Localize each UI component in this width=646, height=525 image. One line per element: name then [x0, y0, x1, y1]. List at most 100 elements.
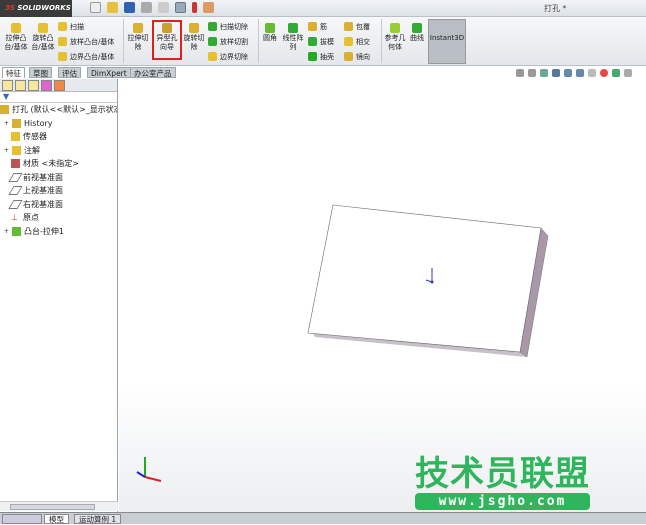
tree-item-sensors[interactable]: 传感器 [0, 130, 117, 144]
previous-view-icon[interactable] [540, 69, 548, 77]
filter-icon[interactable]: ▼ [0, 92, 117, 103]
view-orientation-icon[interactable] [564, 69, 572, 77]
loft-cut-button[interactable]: 放样切割 [208, 36, 248, 47]
loft-button[interactable]: 放样凸台/基体 [58, 36, 114, 47]
rib-button[interactable]: 筋 [308, 21, 327, 32]
tab-features[interactable]: 特征 [2, 67, 25, 78]
draft-button[interactable]: 拔模 [308, 36, 334, 47]
boundary-icon [58, 52, 67, 61]
tab-motion-study[interactable]: 运动算例 1 [74, 514, 122, 524]
tab-dimxpert[interactable]: DimXpert [87, 67, 131, 78]
part-top-face[interactable] [307, 204, 542, 353]
feature-manager-panel: ▼ 打孔 (默认<<默认>_显示状态 + History 传感器 + 注解 材质 <… [0, 79, 118, 512]
shell-button[interactable]: 抽壳 [308, 51, 334, 62]
sweep-button[interactable]: 扫描 [58, 21, 84, 32]
extrude-boss-icon [11, 23, 21, 33]
wrap-icon [344, 22, 353, 31]
command-manager: 拉伸凸台/基体 旋转凸台/基体 扫描 放样凸台/基体 边界凸台/基体 拉伸切除 … [0, 17, 646, 66]
scrollbar-thumb[interactable] [10, 504, 95, 510]
curves-button[interactable]: 曲线 [408, 21, 426, 43]
extrude-feature-icon [12, 226, 22, 236]
wrap-button[interactable]: 包覆 [344, 21, 370, 32]
tab-nav-arrows[interactable] [2, 514, 42, 524]
reference-geometry-button[interactable]: 参考几何体 [383, 21, 407, 52]
part-icon [0, 105, 9, 115]
save-icon[interactable] [124, 2, 135, 13]
display-manager-icon[interactable] [54, 80, 65, 91]
model-canvas [136, 204, 549, 482]
revolve-cut-button[interactable]: 旋转切除 [182, 21, 206, 52]
select-icon[interactable] [175, 2, 186, 13]
loft-icon [58, 37, 67, 46]
divider [381, 19, 382, 63]
tree-item-boss-extrude1[interactable]: + 凸台-拉伸1 [0, 225, 117, 239]
tree-item-history[interactable]: + History [0, 117, 117, 131]
extrude-boss-button[interactable]: 拉伸凸台/基体 [3, 21, 29, 52]
tab-model[interactable]: 模型 [44, 514, 69, 524]
display-style-icon[interactable] [576, 69, 584, 77]
tree-item-right-plane[interactable]: 右视基准面 [0, 198, 117, 212]
boundary-boss-button[interactable]: 边界凸台/基体 [58, 51, 114, 62]
divider [123, 19, 124, 63]
tree-item-top-plane[interactable]: 上视基准面 [0, 184, 117, 198]
revolve-boss-icon [38, 23, 48, 33]
sweep-icon [58, 22, 67, 31]
fillet-button[interactable]: 圆角 [261, 21, 279, 43]
tree-item-material[interactable]: 材质 <未指定> [0, 157, 117, 171]
appearance-icon[interactable] [600, 69, 608, 77]
history-icon [12, 118, 22, 128]
boundary-cut-button[interactable]: 边界切除 [208, 51, 248, 62]
section-view-icon[interactable] [552, 69, 560, 77]
new-icon[interactable] [90, 2, 101, 13]
zoom-area-icon[interactable] [528, 69, 536, 77]
panel-tabs [0, 79, 117, 92]
mirror-button[interactable]: 镜向 [344, 51, 370, 62]
configuration-icon[interactable] [28, 80, 39, 91]
annotation-icon [12, 145, 22, 155]
intersect-icon [344, 37, 353, 46]
bottom-tab-bar: 模型 运动算例 1 [0, 512, 646, 524]
linear-pattern-button[interactable]: 线性阵列 [281, 21, 305, 52]
feature-tree-icon[interactable] [2, 80, 13, 91]
view-settings-icon[interactable] [624, 69, 632, 77]
title-bar: 3S SOLIDWORKS 打孔 * [0, 0, 646, 17]
dimxpert-icon[interactable] [41, 80, 52, 91]
tree-item-annotations[interactable]: + 注解 [0, 144, 117, 158]
hide-show-icon[interactable] [588, 69, 596, 77]
tab-office-products[interactable]: 办公室产品 [130, 67, 176, 78]
mirror-icon [344, 52, 353, 61]
intersect-button[interactable]: 相交 [344, 36, 370, 47]
tree-item-origin[interactable]: ⊥ 原点 [0, 211, 117, 225]
plane-icon [8, 186, 23, 196]
sweep-cut-button[interactable]: 扫描切除 [208, 21, 248, 32]
feature-tree: 打孔 (默认<<默认>_显示状态 + History 传感器 + 注解 材质 <未指… [0, 103, 117, 238]
sweep-cut-icon [208, 22, 217, 31]
tree-item-front-plane[interactable]: 前视基准面 [0, 171, 117, 185]
graphics-viewport[interactable] [119, 69, 646, 512]
print-icon[interactable] [141, 2, 152, 13]
solidworks-logo[interactable]: 3S SOLIDWORKS [0, 0, 72, 17]
scene-icon[interactable] [612, 69, 620, 77]
horizontal-scrollbar[interactable] [0, 501, 118, 511]
coordinate-axes-icon [136, 457, 162, 482]
revolve-boss-button[interactable]: 旋转凸台/基体 [30, 21, 56, 52]
property-manager-icon[interactable] [15, 80, 26, 91]
quick-access-toolbar [90, 2, 214, 14]
tab-evaluate[interactable]: 评估 [58, 67, 81, 78]
rebuild-icon[interactable] [192, 2, 197, 13]
boundary-cut-icon [208, 52, 217, 61]
plane-icon [8, 172, 23, 182]
plane-icon [8, 199, 23, 209]
open-icon[interactable] [107, 2, 118, 13]
shell-icon [308, 52, 317, 61]
tree-root[interactable]: 打孔 (默认<<默认>_显示状态 [0, 103, 117, 117]
document-title: 打孔 * [544, 4, 567, 13]
instant3d-button[interactable]: Instant3D [428, 19, 466, 64]
fillet-icon [265, 23, 275, 33]
extrude-cut-icon [133, 23, 143, 33]
options-icon[interactable] [203, 2, 214, 13]
zoom-to-fit-icon[interactable] [516, 69, 524, 77]
extrude-cut-button[interactable]: 拉伸切除 [126, 21, 150, 52]
tab-sketch[interactable]: 草图 [29, 67, 52, 78]
undo-icon[interactable] [158, 2, 169, 13]
